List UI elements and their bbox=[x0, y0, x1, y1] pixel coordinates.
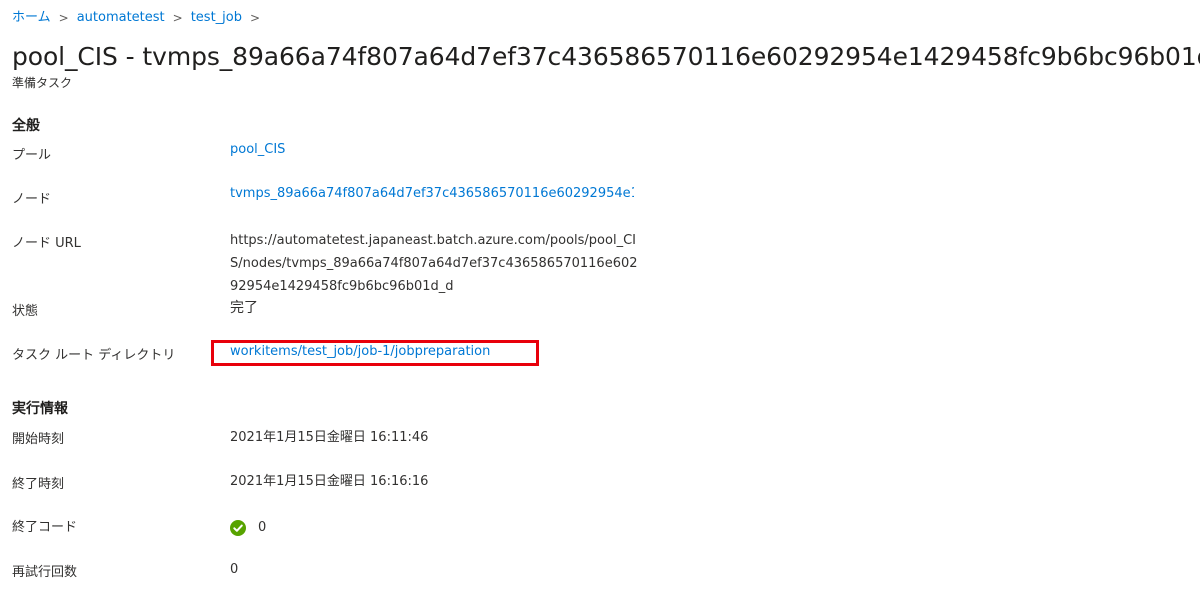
start-time-value: 2021年1月15日金曜日 16:11:46 bbox=[230, 430, 429, 445]
state-label: 状態 bbox=[12, 304, 39, 319]
check-circle-icon bbox=[230, 520, 246, 536]
section-general-heading: 全般 bbox=[12, 118, 40, 134]
retry-count-value: 0 bbox=[230, 562, 239, 577]
page-subtitle: 準備タスク bbox=[12, 76, 73, 90]
task-root-label: タスク ルート ディレクトリ bbox=[12, 348, 176, 363]
chevron-right-icon: > bbox=[250, 11, 261, 25]
page-title: pool_CIS - tvmps_89a66a74f807a64d7ef37c4… bbox=[12, 42, 1200, 71]
breadcrumb: ホーム > automatetest > test_job > bbox=[12, 9, 268, 27]
node-label: ノード bbox=[12, 192, 52, 207]
breadcrumb-automatetest[interactable]: automatetest bbox=[77, 9, 165, 27]
chevron-right-icon: > bbox=[58, 11, 69, 25]
node-url-value: https://automatetest.japaneast.batch.azu… bbox=[230, 233, 638, 294]
pool-link[interactable]: pool_CIS bbox=[230, 140, 285, 160]
end-time-label: 終了時刻 bbox=[12, 477, 65, 492]
breadcrumb-home[interactable]: ホーム bbox=[12, 9, 51, 27]
chevron-right-icon: > bbox=[172, 11, 183, 25]
page: ホーム > automatetest > test_job > pool_CIS… bbox=[0, 0, 1200, 596]
node-link[interactable]: tvmps_89a66a74f807a64d7ef37c436586570116… bbox=[230, 184, 634, 204]
highlight-box bbox=[211, 340, 539, 366]
end-time-value: 2021年1月15日金曜日 16:16:16 bbox=[230, 474, 429, 489]
start-time-label: 開始時刻 bbox=[12, 432, 65, 447]
exit-code-value: 0 bbox=[258, 520, 267, 535]
retry-count-label: 再試行回数 bbox=[12, 565, 78, 580]
breadcrumb-test-job[interactable]: test_job bbox=[191, 9, 242, 27]
state-value: 完了 bbox=[230, 300, 258, 316]
node-url-label: ノード URL bbox=[12, 236, 81, 251]
pool-label: プール bbox=[12, 148, 52, 163]
section-execution-heading: 実行情報 bbox=[12, 401, 68, 417]
exit-code-value-row: 0 bbox=[230, 518, 266, 538]
exit-code-label: 終了コード bbox=[12, 520, 78, 535]
